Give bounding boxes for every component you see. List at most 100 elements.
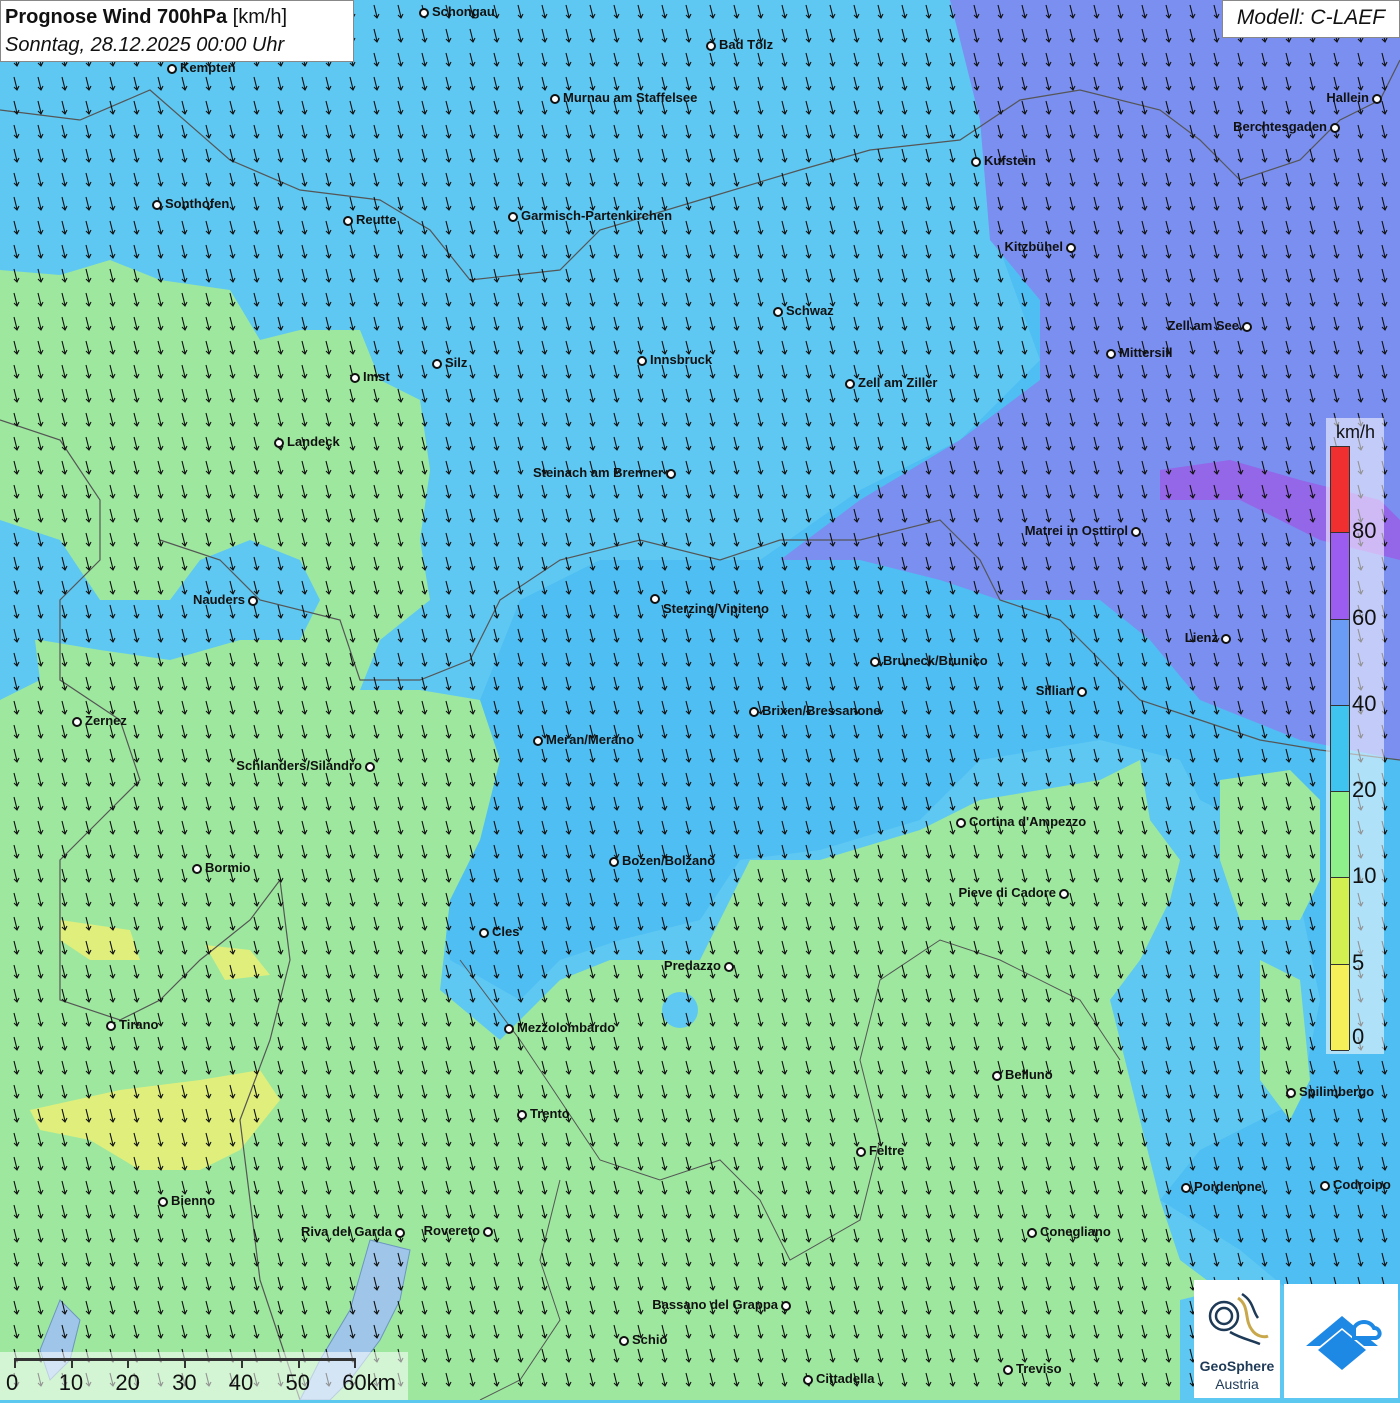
city-marker xyxy=(1372,94,1382,104)
scale-tick xyxy=(240,1358,243,1368)
city-marker xyxy=(1242,322,1252,332)
city-label: Bassano del Grappa xyxy=(652,1297,778,1312)
city-label: Codroipo xyxy=(1333,1177,1391,1192)
city-label: Zernez xyxy=(85,713,127,728)
color-legend: km/h 80 60 40 20 10 5 0 xyxy=(1326,418,1384,1054)
city-marker xyxy=(432,359,442,369)
city-marker xyxy=(419,8,429,18)
city-marker xyxy=(1003,1365,1013,1375)
city-label: Berchtesgaden xyxy=(1233,119,1327,134)
legend-tick-label: 60 xyxy=(1352,604,1377,630)
scale-tick xyxy=(14,1358,16,1368)
city-marker xyxy=(152,200,162,210)
city-marker xyxy=(650,594,660,604)
city-marker xyxy=(956,818,966,828)
city-marker xyxy=(845,379,855,389)
wind-zone-10-20-east xyxy=(1220,770,1320,920)
city-marker xyxy=(550,94,560,104)
city-marker xyxy=(395,1228,405,1238)
legend-swatch xyxy=(1331,792,1349,879)
city-marker xyxy=(1077,687,1087,697)
geosphere-logo-line2: Austria xyxy=(1215,1376,1259,1392)
city-label: Conegliano xyxy=(1040,1224,1111,1239)
city-label: Treviso xyxy=(1016,1361,1062,1376)
legend-tick-label: 80 xyxy=(1352,518,1377,544)
city-marker xyxy=(1221,634,1231,644)
city-label: Imst xyxy=(363,369,390,384)
scale-label: 50 xyxy=(285,1370,310,1395)
city-marker xyxy=(1330,123,1340,133)
geosphere-logo[interactable]: GeoSphere Austria xyxy=(1194,1280,1280,1398)
city-label: Garmisch-Partenkirchen xyxy=(521,208,673,223)
city-marker xyxy=(609,857,619,867)
city-label: Schwaz xyxy=(786,303,834,318)
city-label: Landeck xyxy=(287,434,340,449)
city-label: Bormio xyxy=(205,860,251,875)
city-label: Kitzbühel xyxy=(1004,239,1064,254)
forecast-title: Prognose Wind 700hPa [km/h] xyxy=(5,3,349,31)
city-marker xyxy=(856,1147,866,1157)
city-marker xyxy=(483,1227,493,1237)
scale-tick xyxy=(127,1358,130,1368)
forecast-datetime: Sonntag, 28.12.2025 00:00 Uhr xyxy=(5,34,285,56)
legend-tick-label: 10 xyxy=(1352,863,1377,889)
city-marker xyxy=(1286,1088,1296,1098)
city-label: Bozen/Bolzano xyxy=(622,853,716,868)
weather-app-logo[interactable] xyxy=(1284,1284,1398,1398)
city-label: Riva del Garda xyxy=(300,1224,392,1239)
city-marker xyxy=(479,928,489,938)
city-label: Cittadella xyxy=(816,1371,875,1386)
legend-unit: km/h xyxy=(1336,422,1376,442)
wind-zone-pocket-2 xyxy=(662,992,698,1028)
city-marker xyxy=(517,1110,527,1120)
legend-tick-label: 20 xyxy=(1352,777,1377,803)
city-label: Schlanders/Silandro xyxy=(236,758,362,773)
legend-swatch xyxy=(1331,447,1349,534)
city-marker xyxy=(666,469,676,479)
city-label: Zell am Ziller xyxy=(858,375,938,390)
city-label: Rovereto xyxy=(423,1223,480,1238)
city-label: Belluno xyxy=(1005,1067,1053,1082)
geosphere-emblem-icon xyxy=(1208,1292,1269,1346)
scale-label: 10 xyxy=(58,1370,84,1395)
city-label: Innsbruck xyxy=(650,352,713,367)
city-label: Schongau xyxy=(432,4,495,19)
city-marker xyxy=(1066,243,1076,253)
city-marker xyxy=(1131,527,1141,537)
city-marker xyxy=(533,736,543,746)
city-marker xyxy=(619,1336,629,1346)
city-marker xyxy=(749,707,759,717)
city-label: Nauders xyxy=(192,592,245,607)
scale-label: 60km xyxy=(342,1370,396,1395)
city-label: Brixen/Bressanone xyxy=(762,703,881,718)
city-label: Murnau am Staffelsee xyxy=(563,90,698,105)
city-marker xyxy=(706,41,716,51)
city-label: Cortina d'Ampezzo xyxy=(969,814,1087,829)
legend-tick-label: 0 xyxy=(1352,1024,1365,1049)
city-marker xyxy=(350,373,360,383)
city-marker xyxy=(1106,349,1116,359)
legend-swatch xyxy=(1331,533,1349,620)
city-marker xyxy=(158,1197,168,1207)
city-marker xyxy=(781,1301,791,1311)
city-marker xyxy=(870,657,880,667)
city-marker xyxy=(343,216,353,226)
scale-label: 0 xyxy=(6,1370,19,1395)
city-label: Bruneck/Brunico xyxy=(883,653,988,668)
scale-label: 40 xyxy=(228,1370,254,1395)
city-label: Bienno xyxy=(171,1193,216,1208)
scale-tick xyxy=(354,1358,357,1368)
city-label: Tirano xyxy=(119,1017,159,1032)
title-box: Prognose Wind 700hPa [km/h] Sonntag, 28.… xyxy=(0,0,354,62)
legend-swatch xyxy=(1331,619,1349,706)
city-marker xyxy=(724,962,734,972)
city-marker xyxy=(365,762,375,772)
legend-swatch xyxy=(1331,964,1349,1051)
city-label: Hallein xyxy=(1326,90,1369,105)
city-label: Kempten xyxy=(180,60,236,75)
city-marker xyxy=(248,596,258,606)
legend-swatch xyxy=(1331,705,1349,793)
city-marker xyxy=(803,1375,813,1385)
city-label: Trento xyxy=(530,1106,570,1121)
city-marker xyxy=(971,157,981,167)
